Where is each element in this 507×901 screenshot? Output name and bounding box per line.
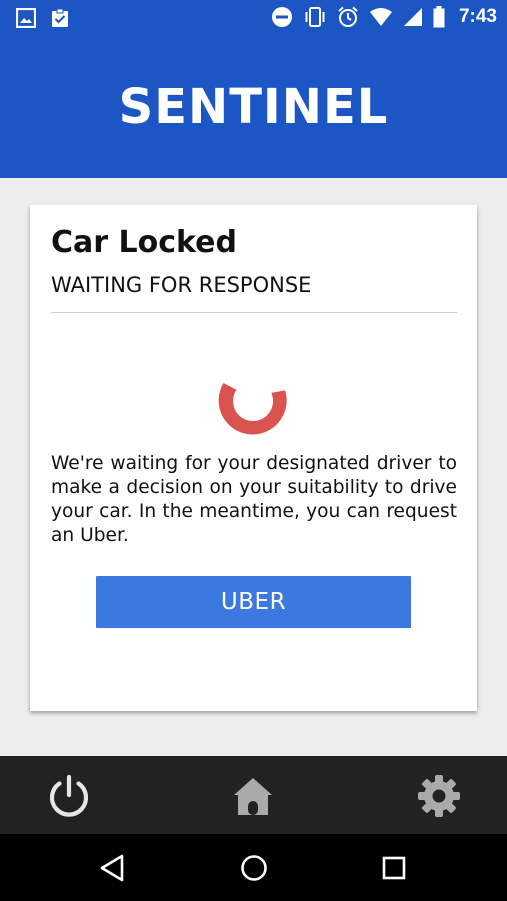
uber-button[interactable]: UBER [96, 576, 411, 628]
image-icon [16, 8, 36, 28]
divider [51, 312, 457, 313]
card-title: Car Locked [51, 225, 237, 260]
battery-icon [433, 6, 445, 28]
clipboard-check-icon [52, 8, 68, 27]
status-bar: 7:43 [0, 0, 507, 36]
alarm-icon [338, 6, 358, 27]
app-title: SENTINEL [118, 79, 389, 135]
home-circle-icon[interactable] [239, 853, 269, 883]
status-time: 7:43 [458, 6, 497, 27]
system-navigation [0, 834, 507, 901]
loading-spinner-icon [218, 383, 287, 435]
wifi-icon [369, 8, 392, 26]
app-bar: SENTINEL [0, 36, 507, 178]
status-card: Car Locked WAITING FOR RESPONSE We're wa… [30, 205, 477, 711]
recents-square-icon[interactable] [379, 853, 409, 883]
card-subtitle: WAITING FOR RESPONSE [51, 273, 312, 297]
waiting-message: We're waiting for your designated driver… [51, 453, 457, 546]
signal-icon [403, 8, 422, 26]
vibrate-icon [305, 7, 325, 27]
power-icon[interactable] [46, 773, 92, 819]
bottom-navigation [0, 756, 507, 834]
settings-gear-icon[interactable] [416, 773, 462, 819]
do-not-disturb-icon [271, 7, 292, 27]
home-icon[interactable] [230, 773, 276, 819]
back-triangle-icon[interactable] [98, 853, 128, 883]
